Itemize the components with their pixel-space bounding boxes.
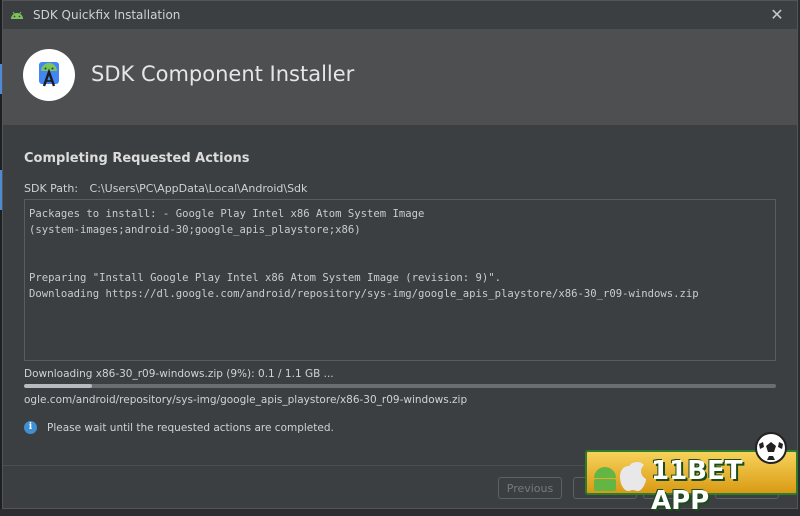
section-title: Completing Requested Actions — [24, 151, 250, 166]
sdk-path-value: C:\Users\PC\AppData\Local\Android\Sdk — [89, 182, 308, 195]
log-line: (system-images;android-30;google_apis_pl… — [29, 224, 361, 236]
close-button[interactable]: ✕ — [767, 5, 787, 25]
progress-bar — [24, 384, 776, 388]
android-studio-icon — [23, 49, 75, 101]
android-icon — [9, 7, 25, 23]
info-text: Please wait until the requested actions … — [47, 421, 334, 434]
log-line: Downloading https://dl.google.com/androi… — [29, 288, 699, 300]
watermark-text: 11BET APP — [651, 456, 743, 516]
sdk-path-row: SDK Path: C:\Users\PC\AppData\Local\Andr… — [24, 182, 307, 195]
main-content: Completing Requested Actions SDK Path: C… — [3, 125, 797, 466]
watermark-logo: 11BET APP — [585, 432, 798, 516]
download-url: ogle.com/android/repository/sys-img/goog… — [24, 394, 468, 406]
install-log[interactable]: Packages to install: - Google Play Intel… — [24, 199, 776, 361]
dialog-header: SDK Component Installer — [3, 29, 797, 125]
previous-button[interactable]: Previous — [498, 477, 562, 499]
page-title: SDK Component Installer — [91, 62, 355, 86]
progress-bar-fill — [24, 384, 92, 388]
title-bar: SDK Quickfix Installation ✕ — [3, 1, 797, 29]
progress-label: Downloading x86-30_r09-windows.zip (9%):… — [24, 368, 334, 380]
android-apple-icon — [594, 462, 646, 491]
log-line: Packages to install: - Google Play Intel… — [29, 208, 425, 220]
soccer-ball-icon — [755, 432, 787, 464]
info-message: i Please wait until the requested action… — [24, 421, 334, 434]
log-line: Preparing "Install Google Play Intel x86… — [29, 272, 501, 284]
window-title: SDK Quickfix Installation — [33, 8, 181, 22]
info-icon: i — [24, 421, 37, 434]
sdk-path-label: SDK Path: — [24, 182, 79, 195]
